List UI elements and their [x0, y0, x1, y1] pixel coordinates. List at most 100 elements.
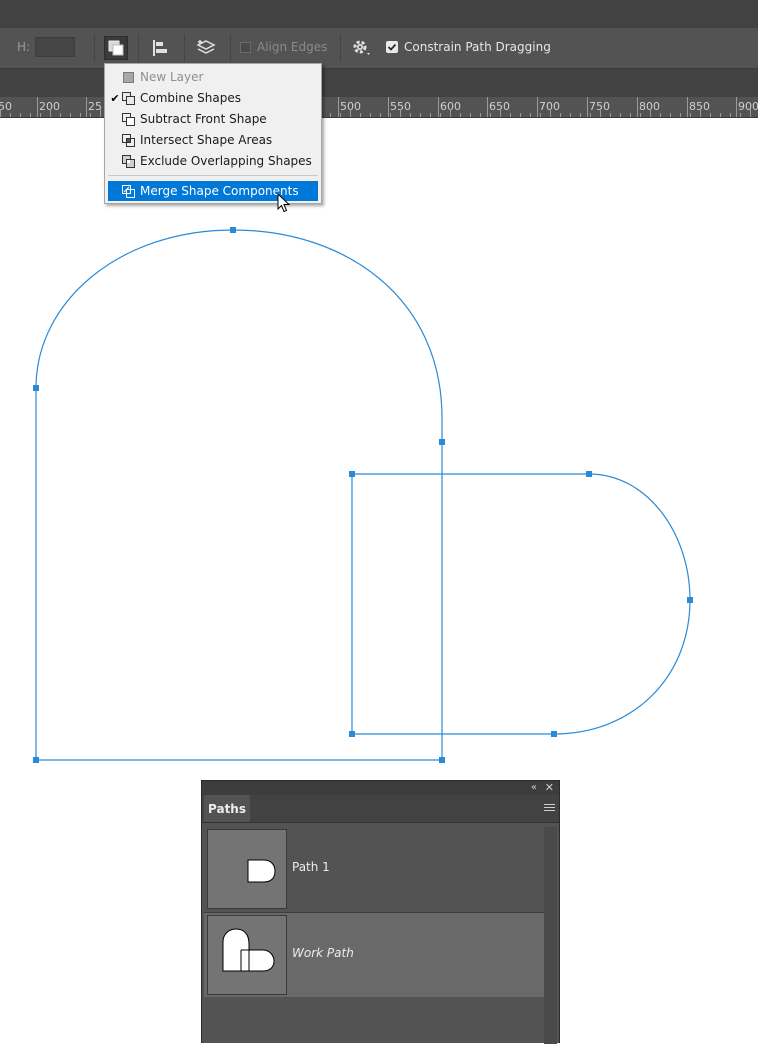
ruler-minor-tick	[330, 113, 331, 117]
subtract-front-shape-icon	[122, 112, 135, 126]
ruler-minor-tick	[480, 113, 481, 117]
checkbox-unchecked[interactable]	[240, 41, 251, 53]
divider	[94, 34, 95, 62]
collapse-icon[interactable]: «	[531, 781, 537, 795]
ruler-minor-tick	[700, 109, 701, 117]
menu-item-label: Exclude Overlapping Shapes	[140, 154, 312, 168]
constrain-path-dragging-checkbox[interactable]: Constrain Path Dragging	[386, 40, 551, 54]
menu-item-intersect-shape-areas[interactable]: Intersect Shape Areas	[108, 130, 318, 150]
path-operations-icon	[108, 40, 124, 56]
ruler-major-tick	[338, 97, 339, 117]
menu-item-label: Subtract Front Shape	[140, 112, 267, 126]
path-operations-button[interactable]	[104, 36, 128, 60]
ruler-minor-tick	[520, 113, 521, 117]
menu-item-label: Merge Shape Components	[140, 184, 299, 198]
tab-paths[interactable]: Paths	[204, 795, 250, 822]
ruler-minor-tick	[740, 113, 741, 117]
checkmark-icon	[387, 43, 397, 51]
app-title-bar	[0, 0, 758, 29]
ruler-major-tick	[37, 97, 38, 117]
menu-item-combine-shapes[interactable]: ✔ Combine Shapes	[108, 88, 318, 108]
ruler-minor-tick	[430, 113, 431, 117]
ruler-minor-tick	[630, 113, 631, 117]
divider	[230, 34, 231, 62]
constrain-label: Constrain Path Dragging	[404, 40, 551, 54]
menu-item-label: Combine Shapes	[140, 91, 241, 105]
ruler-minor-tick	[350, 109, 351, 117]
ruler-minor-tick	[100, 109, 101, 117]
large-shape-path[interactable]	[35, 229, 443, 761]
align-edges-checkbox[interactable]: Align Edges	[240, 40, 327, 54]
menu-item-subtract-front-shape[interactable]: Subtract Front Shape	[108, 109, 318, 129]
checkbox-checked[interactable]	[386, 41, 398, 53]
path-row-work-path[interactable]: Work Path	[204, 913, 544, 997]
arrange-layers-icon	[196, 40, 216, 54]
ruler-minor-tick	[30, 113, 31, 117]
ruler-minor-tick	[680, 113, 681, 117]
ruler-minor-tick	[620, 113, 621, 117]
ruler-minor-tick	[650, 109, 651, 117]
settings-button[interactable]	[350, 36, 374, 60]
ruler-minor-tick	[710, 113, 711, 117]
ruler-minor-tick	[490, 113, 491, 117]
ruler-minor-tick	[390, 113, 391, 117]
height-input[interactable]	[35, 37, 75, 57]
ruler-major-tick	[587, 97, 588, 117]
menu-item-new-layer[interactable]: New Layer	[108, 67, 318, 87]
path-operations-menu: New Layer ✔ Combine Shapes Subtract Fron…	[104, 63, 322, 204]
menu-item-exclude-overlapping-shapes[interactable]: Exclude Overlapping Shapes	[108, 151, 318, 171]
ruler-major-tick	[736, 97, 737, 117]
path-arrangement-button[interactable]	[194, 36, 218, 60]
ruler-major-tick	[487, 97, 488, 117]
ruler-minor-tick	[560, 113, 561, 117]
panel-scrollbar[interactable]	[544, 827, 557, 1044]
path-row-path-1[interactable]: Path 1	[204, 827, 544, 911]
ruler-minor-tick	[40, 113, 41, 117]
ruler-major-tick	[537, 97, 538, 117]
path-alignment-button[interactable]	[148, 36, 172, 60]
ruler-minor-tick	[60, 113, 61, 117]
merge-shape-components-icon	[122, 184, 135, 198]
ruler-minor-tick	[500, 109, 501, 117]
intersect-shape-areas-icon	[122, 133, 135, 147]
ruler-minor-tick	[640, 113, 641, 117]
panel-tab-bar: Paths	[202, 795, 559, 823]
ruler-minor-tick	[730, 113, 731, 117]
ruler-minor-tick	[70, 113, 71, 117]
ruler-minor-tick	[380, 113, 381, 117]
ruler-minor-tick	[550, 109, 551, 117]
ruler-label: 900	[738, 100, 758, 113]
ruler-minor-tick	[610, 113, 611, 117]
ruler-minor-tick	[450, 109, 451, 117]
ruler-minor-tick	[90, 113, 91, 117]
ruler-minor-tick	[570, 113, 571, 117]
close-icon[interactable]: ✕	[545, 781, 554, 795]
ruler-minor-tick	[530, 113, 531, 117]
new-layer-icon	[122, 71, 135, 84]
panel-menu-icon[interactable]	[544, 804, 555, 813]
ruler-major-tick	[438, 97, 439, 117]
ruler-minor-tick	[540, 113, 541, 117]
ruler-major-tick	[86, 97, 87, 117]
ruler-minor-tick	[80, 113, 81, 117]
paths-panel: « ✕ Paths Path 1 Work Path	[201, 780, 560, 1044]
panel-header: « ✕	[202, 781, 559, 795]
ruler-minor-tick	[690, 113, 691, 117]
ruler-minor-tick	[670, 113, 671, 117]
ruler-major-tick	[637, 97, 638, 117]
ruler-minor-tick	[0, 109, 1, 117]
ruler-minor-tick	[580, 113, 581, 117]
path-name: Work Path	[292, 946, 354, 960]
divider	[138, 34, 139, 62]
small-shape-path[interactable]	[351, 473, 691, 735]
ruler-minor-tick	[510, 113, 511, 117]
ruler-minor-tick	[460, 113, 461, 117]
ruler-minor-tick	[20, 113, 21, 117]
ruler-minor-tick	[660, 113, 661, 117]
ruler-minor-tick	[400, 109, 401, 117]
exclude-overlapping-shapes-icon	[122, 154, 135, 168]
menu-separator	[108, 175, 318, 176]
ruler-minor-tick	[340, 113, 341, 117]
path-thumbnail	[207, 829, 287, 909]
ruler-major-tick	[687, 97, 688, 117]
